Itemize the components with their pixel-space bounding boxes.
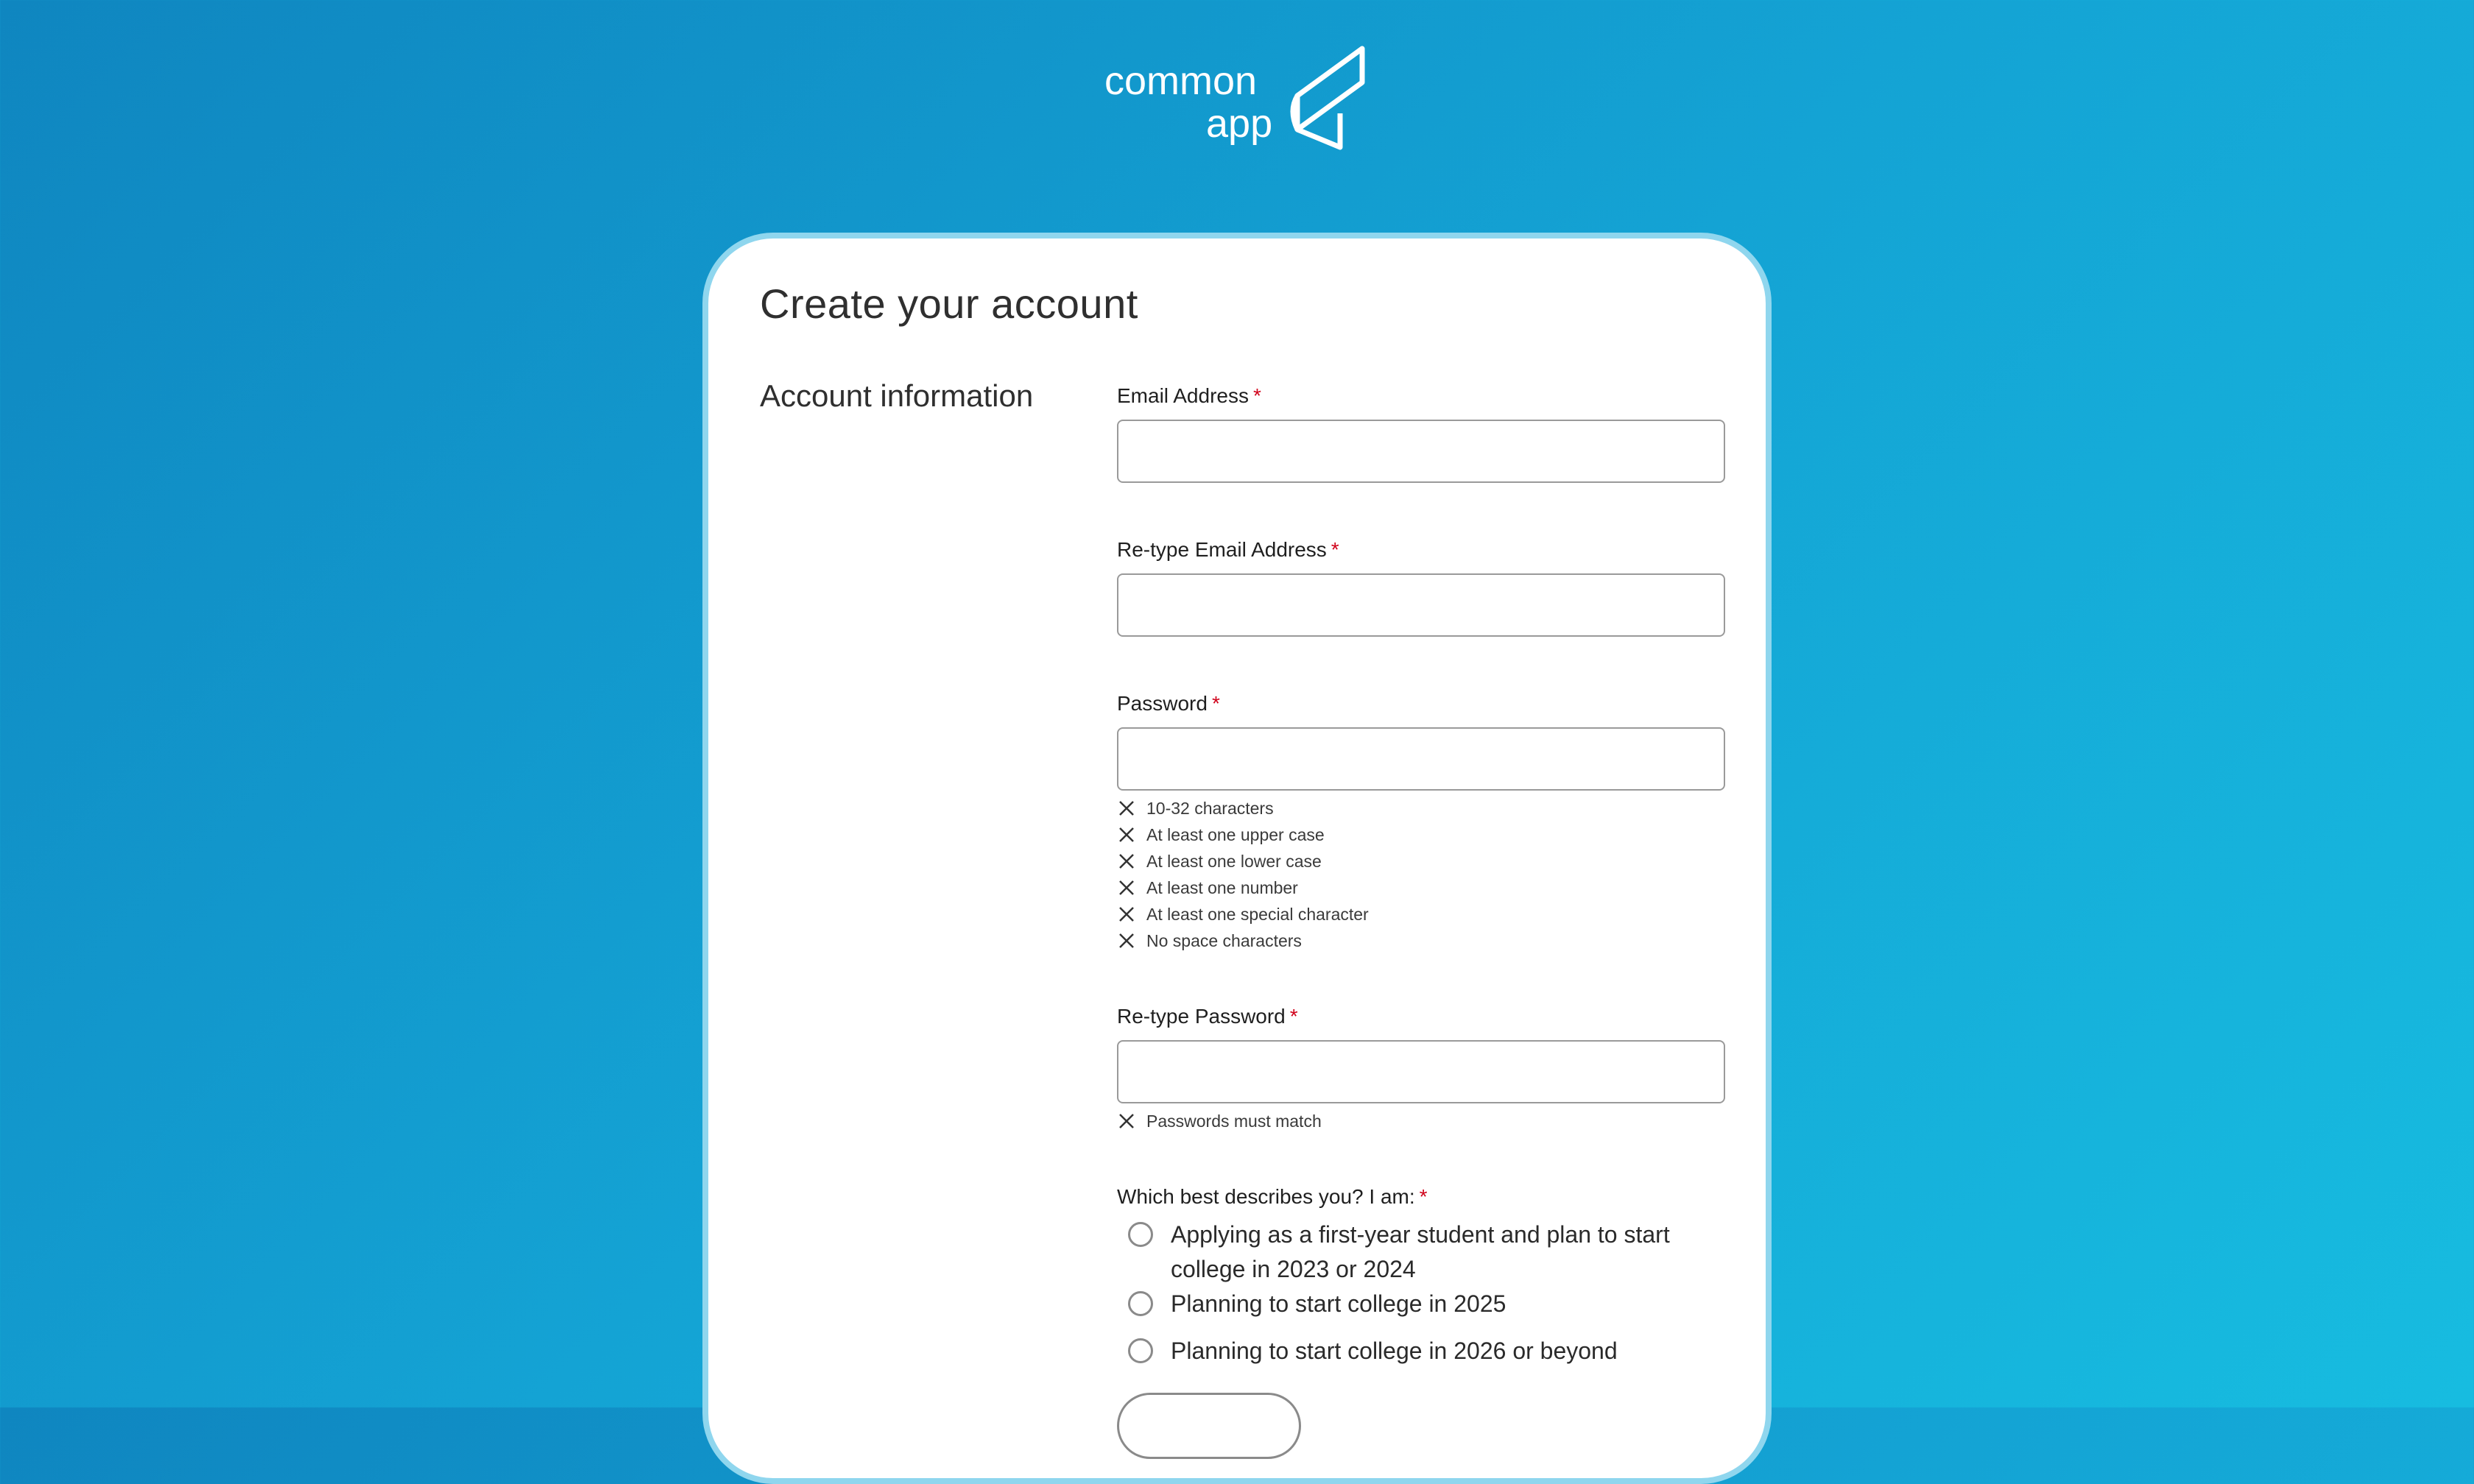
password-rule: No space characters — [1117, 928, 1369, 954]
required-marker: * — [1252, 384, 1261, 407]
continue-button[interactable] — [1117, 1393, 1301, 1459]
required-marker: * — [1331, 538, 1339, 561]
x-icon — [1119, 907, 1134, 922]
logo-text-common: common — [1104, 59, 1257, 103]
radio-option-2025[interactable]: Planning to start college in 2025 — [1128, 1287, 1701, 1321]
radio-button[interactable] — [1128, 1291, 1153, 1316]
x-icon — [1119, 880, 1134, 895]
x-icon — [1119, 827, 1134, 842]
x-icon — [1119, 854, 1134, 869]
x-icon — [1119, 801, 1134, 816]
radio-button[interactable] — [1128, 1222, 1153, 1247]
password-input[interactable] — [1117, 727, 1725, 791]
password-rule: At least one number — [1117, 875, 1369, 901]
required-marker: * — [1419, 1185, 1428, 1208]
x-icon — [1119, 933, 1134, 948]
x-icon — [1119, 1114, 1134, 1128]
radio-option-2026-beyond[interactable]: Planning to start college in 2026 or bey… — [1128, 1334, 1701, 1368]
radio-option-label: Applying as a first-year student and pla… — [1171, 1221, 1670, 1282]
email-input[interactable] — [1117, 420, 1725, 483]
password-rules-list: 10-32 characters At least one upper case… — [1117, 795, 1369, 954]
describe-you-label: Which best describes you? I am: * — [1117, 1185, 1428, 1208]
radio-button[interactable] — [1128, 1338, 1153, 1363]
retype-email-label: Re-type Email Address * — [1117, 538, 1339, 561]
password-rule: 10-32 characters — [1117, 795, 1369, 822]
required-marker: * — [1289, 1005, 1298, 1028]
logo-wing-icon — [1290, 46, 1365, 150]
retype-password-rules-list: Passwords must match — [1117, 1108, 1322, 1134]
retype-password-label: Re-type Password * — [1117, 1005, 1298, 1028]
password-match-rule: Passwords must match — [1117, 1108, 1322, 1134]
password-rule: At least one lower case — [1117, 848, 1369, 875]
retype-email-input[interactable] — [1117, 573, 1725, 637]
logo-text-app: app — [1206, 102, 1272, 146]
create-account-card: Create your account Account information … — [702, 233, 1772, 1484]
email-label: Email Address * — [1117, 384, 1261, 407]
password-rule: At least one special character — [1117, 901, 1369, 928]
radio-option-first-year[interactable]: Applying as a first-year student and pla… — [1128, 1218, 1701, 1287]
password-label: Password * — [1117, 692, 1220, 715]
retype-password-input[interactable] — [1117, 1040, 1725, 1103]
radio-option-label: Planning to start college in 2026 or bey… — [1171, 1338, 1618, 1364]
radio-option-label: Planning to start college in 2025 — [1171, 1290, 1506, 1317]
common-app-logo[interactable]: common app — [1104, 43, 1370, 153]
section-title-account-information: Account information — [760, 378, 1034, 413]
page-title: Create your account — [760, 280, 1138, 327]
password-rule: At least one upper case — [1117, 822, 1369, 848]
required-marker: * — [1211, 692, 1220, 715]
